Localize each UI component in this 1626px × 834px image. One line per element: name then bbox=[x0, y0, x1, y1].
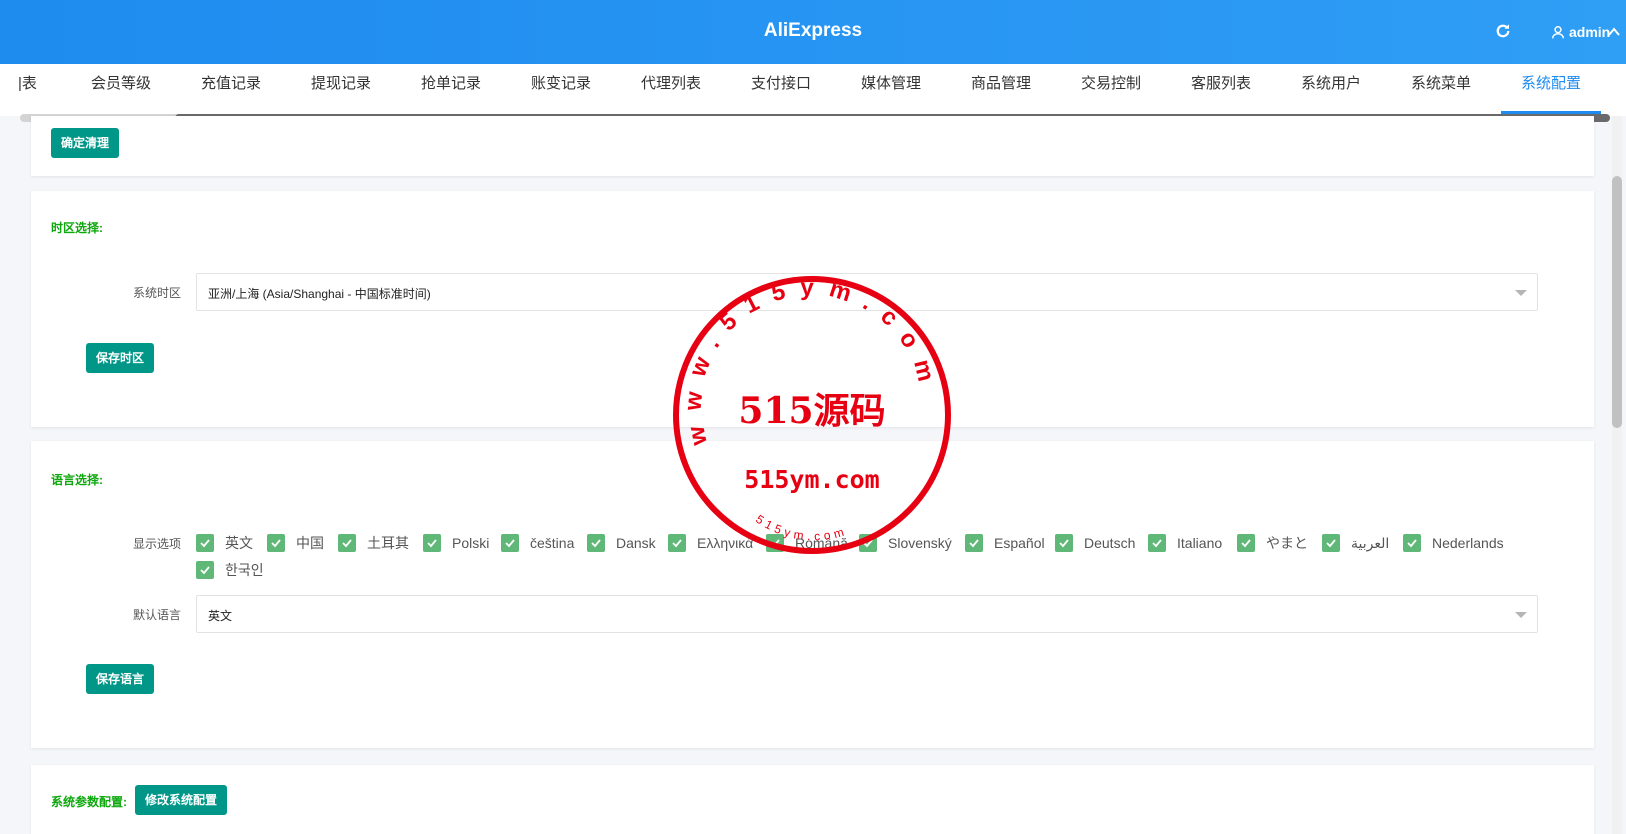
save-timezone-button[interactable]: 保存时区 bbox=[86, 343, 155, 373]
language-option-czech[interactable]: čeština bbox=[501, 533, 574, 553]
tab-partial-list[interactable]: |表 bbox=[18, 64, 37, 116]
timezone-select-value: 亚洲/上海 (Asia/Shanghai - 中国标准时间) bbox=[208, 287, 431, 301]
checkbox-checked-icon bbox=[196, 561, 214, 579]
language-option-korean[interactable]: 한국인 bbox=[196, 560, 264, 580]
stamp-domain-text: 515ym.com bbox=[744, 465, 879, 494]
default-language-select[interactable]: 英文 bbox=[196, 595, 1538, 633]
checkbox-checked-icon bbox=[423, 534, 441, 552]
tab-recharge-records[interactable]: 充值记录 bbox=[201, 64, 261, 116]
nav-tabs: |表 会员等级 充值记录 提现记录 抢单记录 账变记录 代理列表 支付接口 媒体… bbox=[0, 64, 1626, 116]
checkbox-checked-icon bbox=[501, 534, 519, 552]
language-option-label: 英文 bbox=[225, 535, 253, 551]
checkbox-checked-icon bbox=[338, 534, 356, 552]
language-option-label: Nederlands bbox=[1432, 535, 1504, 551]
language-option-polski[interactable]: Polski bbox=[423, 533, 489, 553]
language-option-arabic[interactable]: العربية bbox=[1322, 533, 1389, 553]
watermark-stamp: www.515ym.com 515源码 515ym.com 515ym.com bbox=[673, 274, 951, 554]
tab-customer-service-list[interactable]: 客服列表 bbox=[1191, 64, 1251, 116]
language-option-label: 한국인 bbox=[225, 562, 264, 578]
language-option-label: 土耳其 bbox=[367, 535, 409, 551]
checkbox-checked-icon bbox=[1322, 534, 1340, 552]
checkbox-checked-icon bbox=[1055, 534, 1073, 552]
clear-card: 确定清理 bbox=[31, 116, 1594, 176]
default-language-label: 默认语言 bbox=[132, 608, 181, 622]
edit-system-config-button[interactable]: 修改系统配置 bbox=[135, 785, 228, 815]
language-option-turkish[interactable]: 土耳其 bbox=[338, 533, 409, 553]
language-option-nederlands[interactable]: Nederlands bbox=[1403, 533, 1504, 553]
top-header: AliExpress admin bbox=[0, 0, 1626, 64]
caret-up-icon[interactable] bbox=[1608, 27, 1620, 37]
system-params-card: 系统参数配置: 修改系统配置 bbox=[31, 765, 1594, 834]
tab-system-menu[interactable]: 系统菜单 bbox=[1411, 64, 1471, 116]
page-scrollbar-thumb[interactable] bbox=[1612, 176, 1622, 428]
chevron-down-icon bbox=[1515, 612, 1527, 618]
user-menu[interactable]: admin bbox=[1551, 22, 1610, 42]
stamp-bottom-text: 515ym.com bbox=[753, 512, 849, 543]
tab-system-users[interactable]: 系统用户 bbox=[1301, 64, 1361, 116]
language-option-label: Español bbox=[994, 535, 1045, 551]
checkbox-checked-icon bbox=[1237, 534, 1255, 552]
tab-trade-control[interactable]: 交易控制 bbox=[1081, 64, 1141, 116]
save-language-button[interactable]: 保存语言 bbox=[86, 664, 155, 694]
language-section-title: 语言选择: bbox=[51, 473, 103, 487]
tab-product-management[interactable]: 商品管理 bbox=[971, 64, 1031, 116]
checkbox-checked-icon bbox=[1148, 534, 1166, 552]
checkbox-checked-icon bbox=[196, 534, 214, 552]
user-icon bbox=[1552, 26, 1564, 39]
chevron-down-icon bbox=[1515, 290, 1527, 296]
tab-member-level[interactable]: 会员等级 bbox=[91, 64, 151, 116]
language-option-espanol[interactable]: Español bbox=[965, 533, 1045, 553]
timezone-field-label: 系统时区 bbox=[132, 286, 181, 300]
language-option-yamato[interactable]: やまと bbox=[1237, 533, 1308, 553]
tab-account-change-records[interactable]: 账变记录 bbox=[531, 64, 591, 116]
language-option-label: العربية bbox=[1351, 534, 1390, 551]
language-option-label: やまと bbox=[1266, 535, 1308, 551]
checkbox-checked-icon bbox=[1403, 534, 1421, 552]
tab-withdraw-records[interactable]: 提现记录 bbox=[311, 64, 371, 116]
checkbox-checked-icon bbox=[965, 534, 983, 552]
language-option-label: 中国 bbox=[296, 535, 324, 551]
default-language-value: 英文 bbox=[208, 609, 233, 623]
tab-media-management[interactable]: 媒体管理 bbox=[861, 64, 921, 116]
language-option-english[interactable]: 英文 bbox=[196, 533, 253, 553]
refresh-icon[interactable] bbox=[1494, 22, 1512, 40]
language-options-label: 显示选项 bbox=[132, 537, 181, 551]
user-name: admin bbox=[1569, 24, 1611, 40]
confirm-clear-button[interactable]: 确定清理 bbox=[51, 128, 120, 158]
timezone-section-title: 时区选择: bbox=[51, 221, 103, 235]
tab-grab-order-records[interactable]: 抢单记录 bbox=[421, 64, 481, 116]
language-option-label: Polski bbox=[452, 535, 490, 551]
language-option-chinese[interactable]: 中国 bbox=[267, 533, 324, 553]
tab-agent-list[interactable]: 代理列表 bbox=[641, 64, 701, 116]
language-option-deutsch[interactable]: Deutsch bbox=[1055, 533, 1135, 553]
language-option-label: Deutsch bbox=[1084, 535, 1136, 551]
tab-payment-interface[interactable]: 支付接口 bbox=[751, 64, 811, 116]
language-option-label: čeština bbox=[530, 535, 575, 551]
language-option-italiano[interactable]: Italiano bbox=[1148, 533, 1222, 553]
checkbox-checked-icon bbox=[587, 534, 605, 552]
checkbox-checked-icon bbox=[267, 534, 285, 552]
language-option-dansk[interactable]: Dansk bbox=[587, 533, 656, 553]
app-title: AliExpress bbox=[763, 20, 863, 41]
tab-system-config[interactable]: 系统配置 bbox=[1500, 64, 1602, 116]
language-option-label: Dansk bbox=[616, 535, 656, 551]
language-option-label: Italiano bbox=[1177, 535, 1223, 551]
system-params-section-title: 系统参数配置: bbox=[51, 795, 127, 809]
stamp-center-text: 515源码 bbox=[738, 390, 885, 432]
